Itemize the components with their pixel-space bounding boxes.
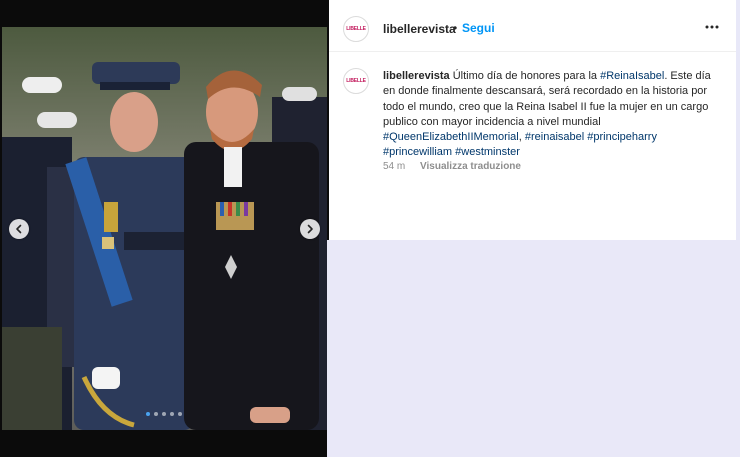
chevron-left-icon	[16, 224, 22, 234]
more-horizontal-icon	[705, 25, 719, 29]
hashtag-link[interactable]: #QueenElizabethIIMemorial	[383, 131, 519, 143]
carousel-dot	[178, 412, 182, 416]
post-caption: libellerevista Último día de honores par…	[383, 70, 711, 159]
separator-dot: •	[453, 21, 458, 35]
carousel-next-button[interactable]	[300, 219, 320, 239]
username-link[interactable]: libellerevista	[383, 22, 456, 36]
hashtag-link[interactable]: #ReinaIsabel	[600, 70, 664, 82]
follow-button[interactable]: Segui	[462, 21, 495, 35]
carousel-dot	[162, 412, 166, 416]
translate-link[interactable]: Visualizza traduzione	[420, 161, 521, 172]
caption-username-link[interactable]: libellerevista	[383, 70, 450, 82]
hashtag-link[interactable]: #westminster	[455, 146, 520, 158]
avatar[interactable]: LIBELLE	[343, 16, 369, 42]
caption-avatar[interactable]: LIBELLE	[343, 68, 369, 94]
carousel-indicator	[146, 412, 182, 416]
avatar-logo-text: LIBELLE	[346, 26, 366, 32]
post-photo-illustration	[2, 27, 327, 430]
carousel-prev-button[interactable]	[9, 219, 29, 239]
caption-meta: 54 m Visualizza traduzione	[383, 161, 521, 172]
post-media-area	[0, 0, 329, 457]
post-timestamp[interactable]: 54 m	[383, 161, 405, 172]
hashtag-link[interactable]: #reinaisabel	[525, 131, 584, 143]
chevron-right-icon	[307, 224, 313, 234]
post-details-panel: LIBELLE libellerevista • Segui LIBELLE l…	[329, 4, 736, 240]
carousel-dot	[154, 412, 158, 416]
empty-panel-area	[327, 240, 740, 457]
post-header: LIBELLE libellerevista • Segui	[329, 4, 736, 52]
carousel-dot	[146, 412, 150, 416]
caption-text: Último día de honores para la	[452, 70, 598, 82]
carousel-dot	[170, 412, 174, 416]
more-options-button[interactable]	[704, 19, 720, 35]
hashtag-link[interactable]: #principeharry	[587, 131, 657, 143]
hashtag-link[interactable]: #princewilliam	[383, 146, 452, 158]
post-photo[interactable]	[2, 27, 327, 430]
caption-avatar-logo-text: LIBELLE	[346, 78, 366, 84]
